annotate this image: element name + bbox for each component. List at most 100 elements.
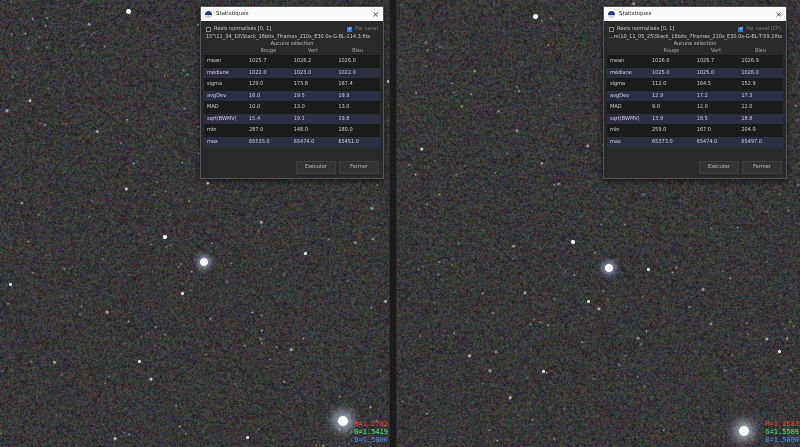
stats-row: sigma 129.0 173.8 167.4 bbox=[204, 78, 380, 90]
value-blue: 180.0 bbox=[335, 124, 380, 136]
per-channel-label: Par canal bbox=[355, 26, 378, 32]
value-red: 1022.0 bbox=[246, 66, 291, 79]
stats-row: avgDev 16.0 19.5 19.9 bbox=[204, 89, 380, 102]
value-blue: 1026.0 bbox=[738, 66, 783, 79]
value-red: 1025.7 bbox=[246, 55, 291, 67]
normalized-checkbox[interactable] bbox=[609, 26, 614, 32]
close-icon[interactable]: × bbox=[775, 10, 782, 19]
value-red: 65535.0 bbox=[246, 135, 291, 147]
dialog-title: Statistiques bbox=[216, 11, 249, 17]
column-header-red: Rouge bbox=[260, 48, 277, 54]
value-green: 1023.0 bbox=[290, 66, 336, 79]
value-green: 173.8 bbox=[290, 78, 336, 90]
star bbox=[542, 370, 545, 373]
value-red: 12.9 bbox=[649, 89, 694, 102]
value-blue: 65451.0 bbox=[335, 135, 380, 147]
readout-blue: B=1.5000 bbox=[354, 436, 388, 444]
value-green: 17.2 bbox=[693, 89, 739, 102]
per-channel-checkbox[interactable] bbox=[347, 26, 352, 32]
row-label: MAD bbox=[204, 101, 246, 113]
stats-row: sigma 112.0 164.5 152.9 bbox=[607, 78, 783, 90]
value-blue: 167.4 bbox=[335, 78, 380, 90]
readout-green: G=1.5589 bbox=[765, 428, 799, 436]
star bbox=[304, 252, 307, 255]
pixel-readout: R=1.2702 G=1.5419 B=1.5000 bbox=[354, 420, 388, 444]
star bbox=[181, 292, 184, 295]
value-red: 259.0 bbox=[649, 124, 694, 136]
value-blue: 1022.0 bbox=[335, 66, 380, 79]
star bbox=[647, 268, 650, 271]
readout-red: R=1.2683 bbox=[765, 420, 799, 428]
star bbox=[163, 235, 167, 239]
value-red: 9.0 bbox=[649, 101, 694, 113]
value-green: 1025.0 bbox=[693, 66, 739, 79]
row-label: max bbox=[607, 135, 649, 147]
value-blue: 204.0 bbox=[738, 124, 783, 136]
left-image-view[interactable]: Statistiques × Réels normalisés [0, 1] P… bbox=[0, 0, 389, 447]
dialog-titlebar[interactable]: Statistiques × bbox=[604, 7, 786, 21]
row-label: mean bbox=[607, 55, 649, 67]
row-label: max bbox=[204, 135, 246, 147]
stats-row: max 65535.0 65474.0 65451.0 bbox=[204, 135, 380, 147]
close-icon[interactable]: × bbox=[372, 10, 379, 19]
value-red: 1025.0 bbox=[649, 66, 694, 79]
selection-status: Aucune sélection bbox=[270, 41, 314, 47]
star bbox=[126, 9, 131, 14]
split-view-divider[interactable] bbox=[389, 0, 397, 447]
star bbox=[533, 14, 538, 19]
close-button[interactable]: Fermer bbox=[339, 161, 379, 174]
stats-row: min 287.0 148.0 180.0 bbox=[204, 124, 380, 136]
app-logo-icon bbox=[205, 10, 212, 18]
value-green: 19.5 bbox=[290, 89, 336, 102]
value-red: 15.4 bbox=[246, 112, 291, 125]
row-label: médiane bbox=[607, 66, 649, 79]
file-name: ...m\10_11_05_25\Stack_16bits_7frames_21… bbox=[609, 34, 783, 40]
value-red: 10.0 bbox=[246, 101, 291, 113]
execute-button[interactable]: Exécuter bbox=[296, 161, 336, 174]
star bbox=[605, 264, 613, 272]
statistics-dialog-right: Statistiques × Réels normalisés [0, 1] P… bbox=[603, 6, 787, 179]
value-red: 1026.0 bbox=[649, 55, 694, 67]
value-red: 112.0 bbox=[649, 78, 694, 90]
value-red: 65373.0 bbox=[649, 135, 694, 147]
value-green: 19.1 bbox=[290, 112, 336, 125]
row-label: médiane bbox=[204, 66, 246, 79]
statistics-dialog-left: Statistiques × Réels normalisés [0, 1] P… bbox=[200, 6, 384, 179]
value-green: 1026.2 bbox=[290, 55, 336, 67]
star bbox=[246, 436, 249, 439]
column-header bbox=[607, 48, 649, 56]
value-green: 18.5 bbox=[693, 112, 739, 125]
value-blue: 17.3 bbox=[738, 89, 783, 102]
column-header-blue: Bleu bbox=[755, 48, 767, 54]
per-channel-checkbox[interactable] bbox=[738, 26, 743, 32]
column-header-green: Vert bbox=[710, 48, 722, 54]
dialog-titlebar[interactable]: Statistiques × bbox=[201, 7, 383, 21]
stats-row: avgDev 12.9 17.2 17.3 bbox=[607, 89, 783, 102]
readout-red: R=1.2702 bbox=[354, 420, 388, 428]
value-blue: 13.0 bbox=[335, 101, 380, 113]
execute-button[interactable]: Exécuter bbox=[699, 161, 739, 174]
value-green: 65474.0 bbox=[693, 135, 739, 147]
value-blue: 19.8 bbox=[335, 112, 380, 125]
value-green: 1026.7 bbox=[693, 55, 739, 67]
close-button[interactable]: Fermer bbox=[742, 161, 782, 174]
normalized-checkbox[interactable] bbox=[206, 26, 211, 32]
star bbox=[739, 426, 749, 436]
star bbox=[571, 240, 575, 244]
value-green: 13.0 bbox=[290, 101, 336, 113]
pixel-readout: R=1.2683 G=1.5589 B=1.5000 bbox=[765, 420, 799, 444]
value-blue: 19.9 bbox=[335, 89, 380, 102]
stats-row: sqrt(BWMV) 15.4 19.1 19.8 bbox=[204, 112, 380, 125]
value-blue: 12.0 bbox=[738, 101, 783, 113]
column-header-green: Vert bbox=[307, 48, 319, 54]
row-label: avgDev bbox=[204, 89, 246, 102]
value-green: 164.5 bbox=[693, 78, 739, 90]
stats-row: sqrt(BWMV) 13.9 18.5 18.8 bbox=[607, 112, 783, 125]
per-channel-label: Par canal (CF) bbox=[746, 26, 781, 32]
stats-row: médiane 1025.0 1025.0 1026.0 bbox=[607, 66, 783, 79]
value-blue: 65497.0 bbox=[738, 135, 783, 147]
right-image-view[interactable]: Statistiques × Réels normalisés [0, 1] P… bbox=[397, 0, 800, 447]
value-blue: 18.8 bbox=[738, 112, 783, 125]
star bbox=[138, 360, 141, 363]
row-label: sqrt(BWMV) bbox=[204, 112, 246, 125]
